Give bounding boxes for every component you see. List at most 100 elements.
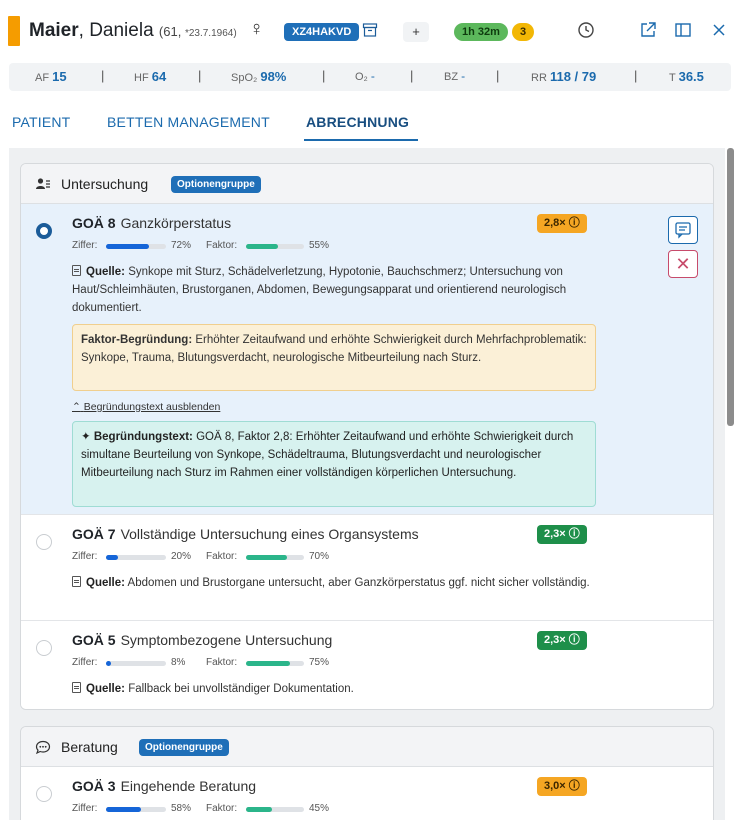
faktor-label: Faktor: xyxy=(206,657,238,668)
item-radio-selected[interactable] xyxy=(36,223,52,239)
faktor-progress-bar xyxy=(246,661,304,666)
faktor-progress-fill xyxy=(246,244,278,249)
item-title: Eingehende Beratung xyxy=(120,778,257,794)
case-id-badge[interactable]: XZ4HAKVD xyxy=(284,23,360,41)
item-code: GOÄ 7 Vollständige Untersuchung eines Org… xyxy=(72,526,419,542)
priority-accent-bar xyxy=(8,16,20,46)
factor-badge[interactable]: 3,0× ⓘ xyxy=(537,777,587,796)
factor-badge[interactable]: 2,8× ⓘ xyxy=(537,214,587,233)
ziffer-progress-fill xyxy=(106,661,111,666)
factor-badge[interactable]: 2,3× ⓘ xyxy=(537,631,587,650)
billing-item-goae-5[interactable]: GOÄ 5 Symptombezogene Untersuchung 2,3× ⓘ… xyxy=(21,621,713,709)
ziffer-progress-bar xyxy=(106,244,166,249)
ziffer-label: Ziffer: xyxy=(72,657,98,668)
female-icon: ♀ xyxy=(249,18,264,40)
vital-separator: | xyxy=(634,68,638,83)
faktor-progress-fill xyxy=(246,807,273,812)
add-button[interactable]: + xyxy=(403,22,429,42)
group-header: Beratung Optionengruppe xyxy=(21,727,713,767)
faktor-progress-fill xyxy=(246,555,287,560)
source-label: Quelle: xyxy=(86,266,125,278)
source-label: Quelle: xyxy=(86,577,125,589)
comment-button[interactable] xyxy=(668,216,698,244)
group-title: Beratung xyxy=(61,739,118,755)
sparkle-icon: ✦ xyxy=(81,431,91,443)
billing-item-goae-3[interactable]: GOÄ 3 Eingehende Beratung 3,0× ⓘ Ziffer: … xyxy=(21,767,713,820)
billing-item-goae-7[interactable]: GOÄ 7 Vollständige Untersuchung eines Org… xyxy=(21,515,713,621)
faktor-progress-fill xyxy=(246,661,290,666)
ziffer-label: Ziffer: xyxy=(72,240,98,251)
count-badge: 3 xyxy=(512,23,534,41)
vital-hf: HF 64 xyxy=(134,69,167,84)
document-icon xyxy=(72,265,81,276)
item-source: Quelle: Fallback bei unvollständiger Dok… xyxy=(72,680,592,698)
ziffer-label: Ziffer: xyxy=(72,803,98,814)
patient-dob: *23.7.1964) xyxy=(184,28,237,39)
hide-reason-link[interactable]: ⌃ Begründungstext ausblenden xyxy=(72,401,220,413)
billing-panel: Untersuchung Optionengruppe GOÄ 8 Ganzkör… xyxy=(9,148,725,820)
factor-badge[interactable]: 2,3× ⓘ xyxy=(537,525,587,544)
patient-name: Maier, Daniela (61, *23.7.1964) xyxy=(29,20,237,42)
document-icon xyxy=(72,576,81,587)
ziffer-percent: 58% xyxy=(171,803,192,814)
vital-o2: O₂ - xyxy=(355,69,375,83)
patient-header: Maier, Daniela (61, *23.7.1964) ♀ XZ4HAK… xyxy=(0,0,740,58)
item-code: GOÄ 8 Ganzkörperstatus xyxy=(72,215,232,231)
active-tab-indicator xyxy=(304,139,418,141)
faktor-percent: 70% xyxy=(309,551,330,562)
external-link-icon[interactable] xyxy=(638,20,658,40)
vital-rr: RR 118 / 79 xyxy=(531,69,597,84)
tab-abrechnung[interactable]: ABRECHNUNG xyxy=(306,114,409,130)
option-group-untersuchung: Untersuchung Optionengruppe GOÄ 8 Ganzkör… xyxy=(20,163,714,710)
ziffer-progress-fill xyxy=(106,555,118,560)
item-title: Symptombezogene Untersuchung xyxy=(120,632,333,648)
patient-last-name: Maier xyxy=(29,20,79,41)
source-text: Synkope mit Sturz, Schädelverletzung, Hy… xyxy=(72,266,567,314)
item-radio[interactable] xyxy=(36,640,52,656)
faktor-percent: 45% xyxy=(309,803,330,814)
vital-separator: | xyxy=(322,68,326,83)
item-code: GOÄ 5 Symptombezogene Untersuchung xyxy=(72,632,333,648)
ziffer-percent: 8% xyxy=(171,657,186,668)
item-source: Quelle: Synkope mit Sturz, Schädelverlet… xyxy=(72,263,592,317)
group-header: Untersuchung Optionengruppe xyxy=(21,164,713,204)
billing-item-goae-8[interactable]: GOÄ 8 Ganzkörperstatus 2,8× ⓘ Ziffer: 72%… xyxy=(21,204,713,515)
remove-item-button[interactable]: ✕ xyxy=(668,250,698,278)
faktor-progress-bar xyxy=(246,244,304,249)
tab-patient[interactable]: PATIENT xyxy=(12,114,70,130)
factor-reason-box: Faktor-Begründung: Erhöhter Zeitaufwand … xyxy=(72,324,596,391)
tab-betten-management[interactable]: BETTEN MANAGEMENT xyxy=(107,114,270,130)
document-icon xyxy=(72,682,81,693)
vital-separator: | xyxy=(198,68,202,83)
item-code: GOÄ 3 Eingehende Beratung xyxy=(72,778,257,794)
vital-af-value: 15 xyxy=(52,69,67,84)
patient-age: (61, *23.7.1964) xyxy=(159,24,237,39)
item-radio[interactable] xyxy=(36,534,52,550)
vital-separator: | xyxy=(496,68,500,83)
ziffer-progress-bar xyxy=(106,555,166,560)
factor-reason-label: Faktor-Begründung: xyxy=(81,334,193,346)
faktor-progress-bar xyxy=(246,807,304,812)
source-text: Abdomen und Brustorgane untersucht, aber… xyxy=(127,577,590,589)
clock-icon[interactable] xyxy=(576,20,596,40)
hide-reason-label: Begründungstext ausblenden xyxy=(83,401,221,413)
vital-af: AF 15 xyxy=(35,69,67,84)
panel-icon[interactable] xyxy=(673,20,693,40)
vital-bz-value: - xyxy=(461,69,466,83)
vital-hf-value: 64 xyxy=(151,69,167,84)
close-icon[interactable] xyxy=(709,20,729,40)
ziffer-progress-fill xyxy=(106,807,141,812)
scrollbar[interactable] xyxy=(727,148,734,426)
item-title: Ganzkörperstatus xyxy=(120,215,232,231)
item-source: Quelle: Abdomen und Brustorgane untersuc… xyxy=(72,574,592,592)
timer-badge: 1h 32m xyxy=(454,23,508,41)
archive-icon[interactable] xyxy=(362,22,378,38)
faktor-percent: 55% xyxy=(309,240,330,251)
chat-bubble-icon xyxy=(35,740,51,755)
item-radio[interactable] xyxy=(36,786,52,802)
vital-rr-value: 118 / 79 xyxy=(549,69,597,84)
vitals-bar: AF 15 | HF 64 | SpO₂ 98% | O₂ - | BZ - |… xyxy=(9,63,731,91)
ziffer-progress-fill xyxy=(106,244,150,249)
vital-separator: | xyxy=(101,68,105,83)
faktor-progress-bar xyxy=(246,555,304,560)
